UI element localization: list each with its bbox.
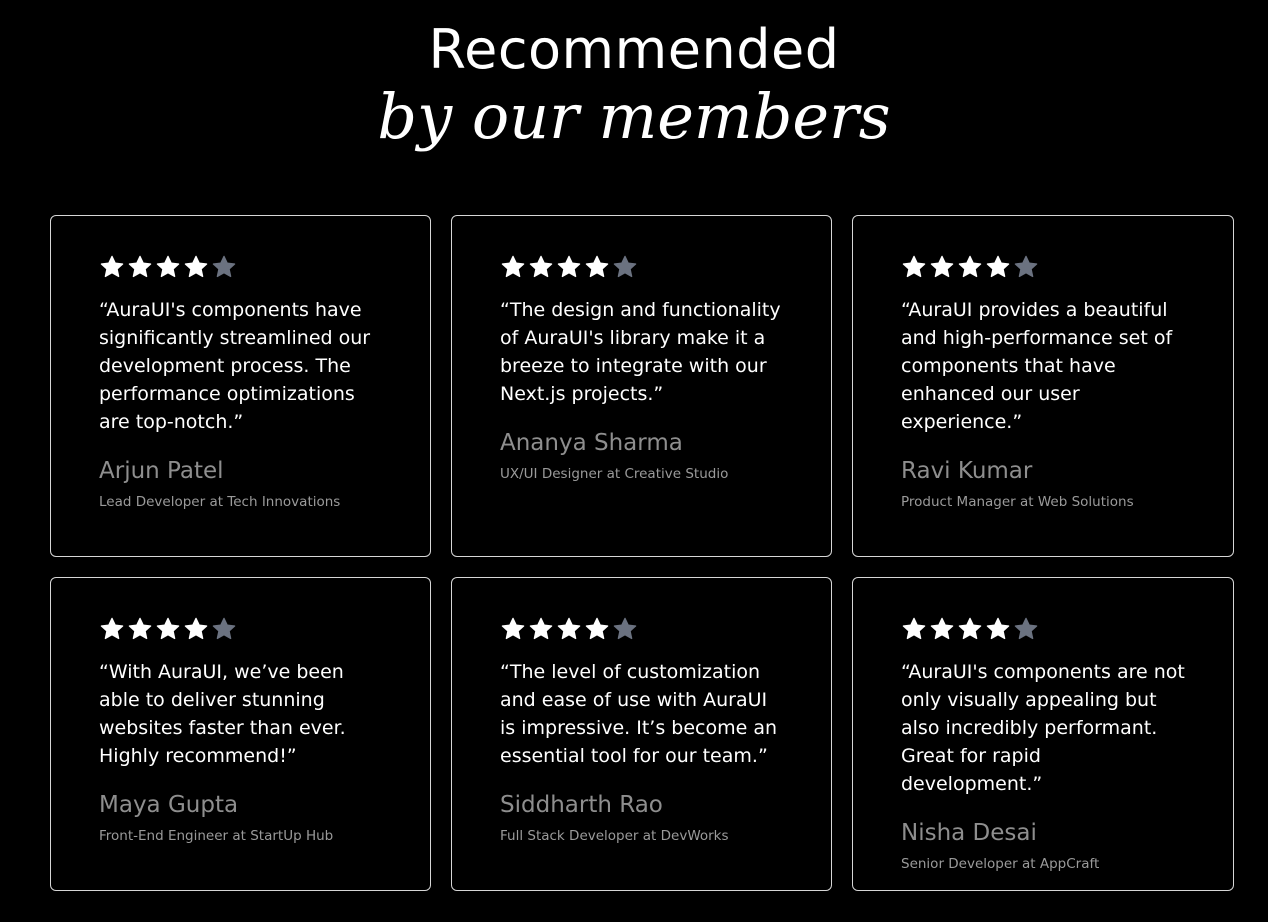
star-filled-icon [958,255,982,278]
testimonial-card: “The level of customization and ease of … [451,577,832,891]
testimonial-card: “The design and functionality of AuraUI'… [451,215,832,557]
testimonial-quote: “AuraUI's components have significantly … [99,299,371,433]
testimonial-quote: “With AuraUI, we’ve been able to deliver… [99,661,346,767]
author-role: UX/UI Designer at Creative Studio [500,466,729,482]
heading-subtitle: by our members [377,80,891,153]
star-filled-icon [529,617,553,640]
star-filled-icon [128,617,152,640]
star-empty-icon [613,617,637,640]
testimonial-card: “AuraUI provides a beautiful and high-pe… [852,215,1234,557]
star-empty-icon [613,255,637,278]
author-role: Front-End Engineer at StartUp Hub [99,828,334,844]
star-filled-icon [930,255,954,278]
author-role: Product Manager at Web Solutions [901,494,1134,510]
star-empty-icon [1014,255,1038,278]
author-name: Maya Gupta [99,792,239,818]
star-filled-icon [529,255,553,278]
star-rating [901,254,1213,280]
testimonial-card: “AuraUI's components are not only visual… [852,577,1234,891]
star-rating [901,616,1213,642]
star-filled-icon [184,255,208,278]
testimonial-quote: “The design and functionality of AuraUI'… [500,299,781,405]
star-rating [500,254,811,280]
star-filled-icon [958,617,982,640]
author-name: Siddharth Rao [500,792,663,818]
star-filled-icon [557,255,581,278]
star-empty-icon [212,255,236,278]
author-name: Nisha Desai [901,820,1037,846]
author-name: Ananya Sharma [500,430,683,456]
star-filled-icon [501,617,525,640]
star-rating [500,616,811,642]
heading-title: Recommended [428,18,840,81]
star-filled-icon [557,617,581,640]
star-filled-icon [184,617,208,640]
testimonial-card: “With AuraUI, we’ve been able to deliver… [50,577,431,891]
author-role: Senior Developer at AppCraft [901,856,1100,872]
star-filled-icon [501,255,525,278]
star-filled-icon [128,255,152,278]
star-filled-icon [902,255,926,278]
star-filled-icon [156,617,180,640]
testimonial-card: “AuraUI's components have significantly … [50,215,431,557]
testimonial-quote: “AuraUI's components are not only visual… [901,661,1185,795]
star-filled-icon [156,255,180,278]
testimonial-quote: “AuraUI provides a beautiful and high-pe… [901,299,1173,433]
star-filled-icon [986,617,1010,640]
star-filled-icon [585,617,609,640]
star-empty-icon [1014,617,1038,640]
star-filled-icon [930,617,954,640]
star-filled-icon [902,617,926,640]
star-filled-icon [585,255,609,278]
author-name: Ravi Kumar [901,458,1033,484]
star-filled-icon [986,255,1010,278]
author-role: Lead Developer at Tech Innovations [99,494,341,510]
author-name: Arjun Patel [99,458,224,484]
star-filled-icon [100,617,124,640]
star-empty-icon [212,617,236,640]
section-heading: Recommended by our members [0,18,1268,152]
testimonial-quote: “The level of customization and ease of … [500,661,778,767]
star-filled-icon [100,255,124,278]
star-rating [99,254,410,280]
star-rating [99,616,410,642]
author-role: Full Stack Developer at DevWorks [500,828,729,844]
